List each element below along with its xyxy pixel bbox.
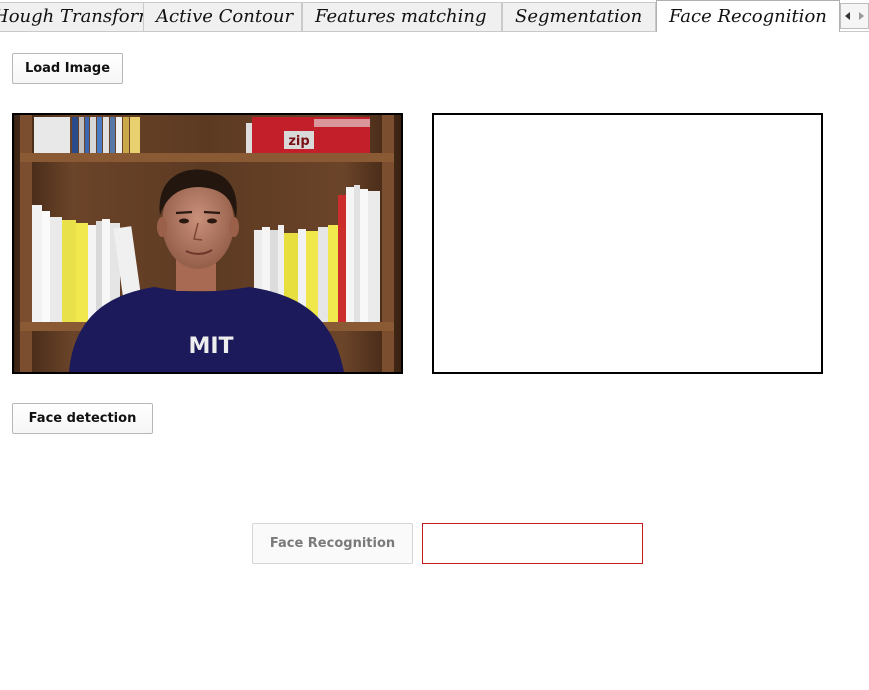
load-image-button[interactable]: Load Image <box>12 53 123 84</box>
tab-features-matching[interactable]: Features matching <box>302 2 502 31</box>
tab-active-contour[interactable]: Active Contour <box>143 2 302 31</box>
output-image-panel <box>432 113 823 374</box>
tab-scroll-control <box>840 3 869 29</box>
chevron-left-icon[interactable] <box>845 12 851 20</box>
zip-box-label: zip <box>288 134 309 149</box>
app-window: Hough Transform Active Contour Features … <box>0 0 869 690</box>
face-recognition-button[interactable]: Face Recognition <box>252 523 413 564</box>
chevron-right-icon[interactable] <box>858 12 864 20</box>
tab-bar: Hough Transform Active Contour Features … <box>0 0 869 32</box>
tab-segmentation[interactable]: Segmentation <box>502 2 656 31</box>
tab-face-recognition[interactable]: Face Recognition <box>656 0 840 32</box>
input-image-panel: zip MIT <box>12 113 403 374</box>
input-photo: zip MIT <box>14 115 401 372</box>
shirt-logo: MIT <box>188 334 233 359</box>
face-detection-button[interactable]: Face detection <box>12 403 153 434</box>
recognition-result-field[interactable] <box>422 523 643 564</box>
tab-hough-transform[interactable]: Hough Transform <box>0 2 144 31</box>
